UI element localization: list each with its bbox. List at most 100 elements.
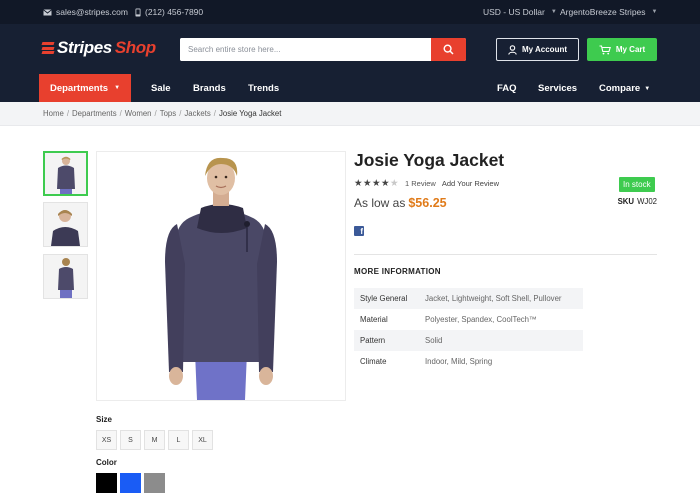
store-switcher[interactable]: ArgentoBreeze Stripes ▼: [560, 7, 657, 17]
phone-icon: [135, 8, 141, 16]
logo-text-accent: Shop: [114, 38, 156, 57]
size-option-m[interactable]: M: [144, 430, 165, 450]
departments-menu-button[interactable]: Departments ▼: [39, 74, 131, 102]
price-amount: $56.25: [408, 196, 447, 210]
size-label: Size: [96, 415, 113, 424]
breadcrumb-tops[interactable]: Tops: [160, 109, 176, 118]
product-rating: ★ ★ ★ ★ ★ 1 Review Add Your Review: [354, 178, 499, 189]
product-thumbnail-image: [44, 255, 87, 298]
currency-label: USD - US Dollar: [483, 7, 545, 17]
sku-label: SKU: [617, 197, 635, 206]
breadcrumb-separator: /: [154, 109, 157, 118]
review-count-link[interactable]: 1 Review: [405, 179, 436, 188]
my-account-label: My Account: [521, 45, 568, 54]
search-input[interactable]: [180, 38, 431, 61]
search-bar: [180, 38, 466, 61]
spec-value: Polyester, Spandex, CoolTech™: [425, 315, 537, 324]
nav-link-sale[interactable]: Sale: [151, 83, 171, 94]
search-icon: [443, 44, 454, 55]
chevron-down-icon: ▼: [550, 9, 557, 15]
breadcrumb-separator: /: [66, 109, 69, 118]
chevron-down-icon: ▼: [114, 85, 121, 91]
breadcrumb-separator: /: [213, 109, 216, 118]
breadcrumb-separator: /: [119, 109, 122, 118]
product-photo: [97, 152, 345, 400]
product-thumbnail-image: [45, 153, 86, 194]
spec-value: Jacket, Lightweight, Soft Shell, Pullove…: [425, 294, 562, 303]
breadcrumb-jackets[interactable]: Jackets: [184, 109, 210, 118]
top-bar: sales@stripes.com (212) 456-7890 USD - U…: [0, 0, 700, 24]
envelope-icon: [43, 8, 52, 15]
contact-phone[interactable]: (212) 456-7890: [135, 7, 203, 17]
size-option-xl[interactable]: XL: [192, 430, 213, 450]
logo-text-primary: Stripes: [57, 38, 112, 57]
color-label: Color: [96, 458, 117, 467]
size-option-xs[interactable]: XS: [96, 430, 117, 450]
my-cart-button[interactable]: My Cart: [587, 38, 657, 61]
my-account-button[interactable]: My Account: [496, 38, 579, 61]
compare-label: Compare: [599, 83, 641, 94]
spec-label: Pattern: [360, 336, 386, 345]
cart-icon: [599, 44, 611, 54]
contact-email[interactable]: sales@stripes.com: [43, 7, 128, 17]
product-price: As low as $56.25: [354, 196, 447, 210]
size-selector: XS S M L XL: [96, 430, 213, 450]
product-title: Josie Yoga Jacket: [354, 150, 505, 170]
spec-value: Indoor, Mild, Spring: [425, 357, 493, 366]
logo-mark-icon: [41, 41, 55, 55]
thumbnail-side[interactable]: [43, 202, 88, 247]
color-swatch-gray[interactable]: [144, 473, 165, 493]
facebook-share-icon[interactable]: f: [354, 226, 364, 236]
size-option-s[interactable]: S: [120, 430, 141, 450]
color-swatch-blue[interactable]: [120, 473, 141, 493]
thumbnail-front[interactable]: [43, 151, 88, 196]
departments-label: Departments: [49, 82, 109, 94]
store-label: ArgentoBreeze Stripes: [560, 7, 646, 17]
star-filled-icon: ★: [372, 178, 381, 189]
size-option-l[interactable]: L: [168, 430, 189, 450]
add-review-link[interactable]: Add Your Review: [442, 179, 499, 188]
stock-status-badge: In stock: [619, 177, 655, 192]
product-sku: SKU WJ02: [618, 197, 657, 206]
star-empty-icon: ★: [390, 178, 399, 189]
nav-link-faq[interactable]: FAQ: [497, 83, 517, 94]
star-filled-icon: ★: [363, 178, 372, 189]
sku-value: WJ02: [637, 197, 657, 206]
price-prefix: As low as: [354, 196, 406, 210]
currency-switcher[interactable]: USD - US Dollar ▼: [483, 7, 557, 17]
more-information-heading: MORE INFORMATION: [354, 267, 441, 276]
spec-label: Climate: [360, 357, 387, 366]
table-row: Material Polyester, Spandex, CoolTech™: [354, 309, 583, 330]
nav-link-services[interactable]: Services: [538, 83, 577, 94]
nav-link-brands[interactable]: Brands: [193, 83, 226, 94]
thumbnail-back[interactable]: [43, 254, 88, 299]
nav-link-trends[interactable]: Trends: [248, 83, 279, 94]
breadcrumb-women[interactable]: Women: [125, 109, 152, 118]
my-cart-label: My Cart: [615, 45, 646, 54]
main-navigation: Departments ▼ Sale Brands Trends FAQ Ser…: [0, 74, 700, 102]
chevron-down-icon: ▼: [644, 85, 651, 92]
rating-stars: ★ ★ ★ ★ ★: [354, 178, 399, 189]
chevron-down-icon: ▼: [651, 9, 658, 15]
site-header: StripesShop My Account My Cart: [0, 24, 700, 74]
star-filled-icon: ★: [354, 178, 363, 189]
section-divider: [354, 254, 657, 255]
spec-label: Material: [360, 315, 388, 324]
table-row: Pattern Solid: [354, 330, 583, 351]
table-row: Climate Indoor, Mild, Spring: [354, 351, 583, 372]
color-swatch-black[interactable]: [96, 473, 117, 493]
breadcrumb: Home / Departments / Women / Tops / Jackets /…: [0, 102, 700, 126]
breadcrumb-current: Josie Yoga Jacket: [218, 109, 282, 118]
spec-label: Style General: [360, 294, 408, 303]
search-button[interactable]: [431, 38, 466, 61]
breadcrumb-separator: /: [179, 109, 182, 118]
spec-value: Solid: [425, 336, 443, 345]
main-product-image[interactable]: [96, 151, 346, 401]
table-row: Style General Jacket, Lightweight, Soft …: [354, 288, 583, 309]
breadcrumb-home[interactable]: Home: [43, 109, 64, 118]
site-logo[interactable]: Stripes Shop: [41, 38, 156, 58]
color-selector: [96, 473, 165, 493]
user-icon: [508, 44, 517, 55]
breadcrumb-departments[interactable]: Departments: [72, 109, 117, 118]
nav-link-compare[interactable]: Compare ▼: [599, 83, 650, 94]
